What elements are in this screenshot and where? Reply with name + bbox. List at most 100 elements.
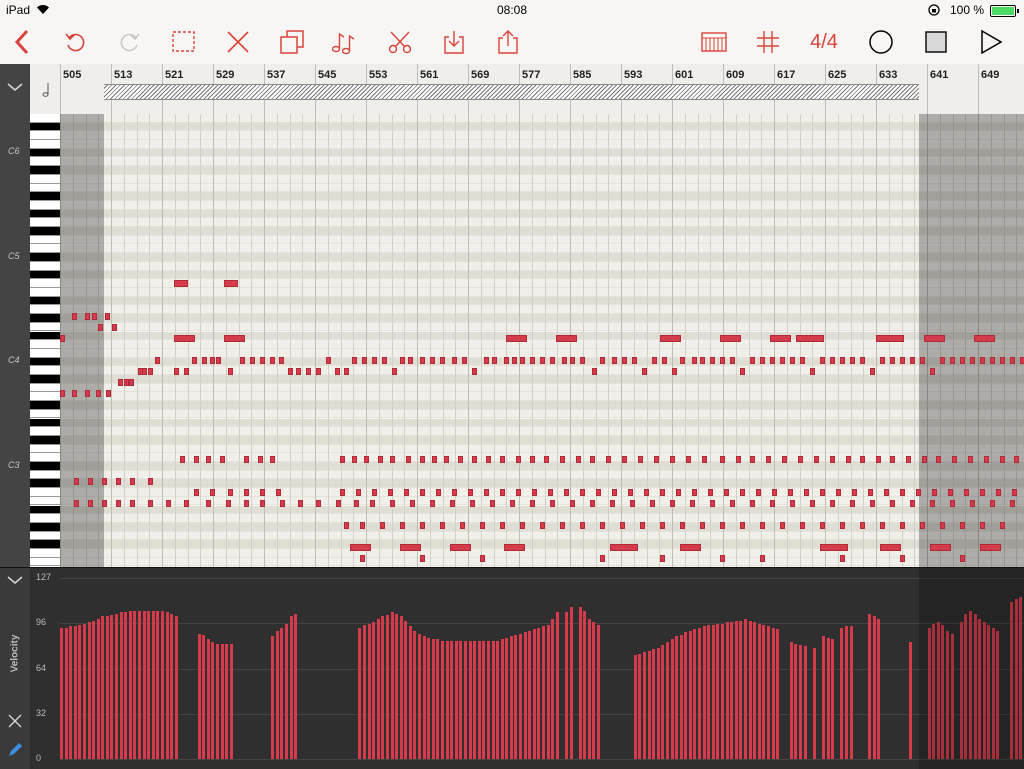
velocity-bar[interactable] (647, 650, 651, 759)
redo-button[interactable] (110, 20, 150, 64)
velocity-bar[interactable] (698, 627, 702, 759)
midi-note[interactable] (382, 357, 387, 364)
velocity-bar[interactable] (413, 630, 417, 759)
midi-note[interactable] (432, 456, 437, 463)
keyboard-button[interactable] (694, 20, 734, 64)
midi-note[interactable] (730, 357, 735, 364)
midi-note[interactable] (480, 555, 485, 562)
midi-note[interactable] (810, 500, 815, 507)
midi-note[interactable] (510, 500, 515, 507)
midi-note[interactable] (72, 313, 77, 320)
midi-note[interactable] (676, 489, 681, 496)
midi-note[interactable] (560, 522, 565, 529)
midi-note[interactable] (436, 489, 441, 496)
velocity-bar[interactable] (174, 616, 178, 759)
midi-note[interactable] (906, 456, 911, 463)
velocity-bar[interactable] (656, 647, 660, 759)
midi-note[interactable] (390, 456, 395, 463)
velocity-bar[interactable] (679, 635, 683, 759)
midi-note[interactable] (940, 522, 945, 529)
midi-note[interactable] (216, 357, 221, 364)
midi-note[interactable] (860, 357, 865, 364)
midi-note[interactable] (620, 522, 625, 529)
midi-note[interactable] (244, 456, 249, 463)
midi-note[interactable] (1000, 456, 1005, 463)
midi-note[interactable] (800, 522, 805, 529)
midi-note[interactable] (88, 478, 93, 485)
velocity-bar[interactable] (64, 627, 68, 759)
velocity-bar[interactable] (799, 644, 803, 759)
midi-note[interactable] (148, 368, 153, 375)
midi-note[interactable] (60, 390, 65, 397)
velocity-bar[interactable] (592, 622, 596, 759)
midi-note[interactable] (210, 357, 215, 364)
midi-note[interactable] (708, 489, 713, 496)
midi-note[interactable] (890, 500, 895, 507)
midi-note[interactable] (516, 489, 521, 496)
midi-note[interactable] (468, 489, 473, 496)
midi-note[interactable] (930, 368, 935, 375)
midi-note[interactable] (750, 456, 755, 463)
midi-note[interactable] (400, 522, 405, 529)
midi-note[interactable] (506, 335, 527, 342)
midi-note[interactable] (830, 500, 835, 507)
midi-note[interactable] (788, 489, 793, 496)
midi-note[interactable] (980, 522, 985, 529)
velocity-bar[interactable] (220, 643, 224, 759)
midi-note[interactable] (1010, 357, 1015, 364)
velocity-bar[interactable] (693, 629, 697, 759)
midi-note[interactable] (630, 500, 635, 507)
velocity-bar[interactable] (771, 627, 775, 759)
midi-note[interactable] (830, 357, 835, 364)
velocity-bar[interactable] (491, 640, 495, 759)
midi-note[interactable] (98, 324, 103, 331)
midi-note[interactable] (490, 500, 495, 507)
midi-note[interactable] (570, 500, 575, 507)
midi-note[interactable] (670, 500, 675, 507)
midi-note[interactable] (250, 357, 255, 364)
midi-note[interactable] (580, 489, 585, 496)
piano-keyboard[interactable] (30, 114, 60, 567)
midi-note[interactable] (458, 456, 463, 463)
velocity-bar[interactable] (505, 637, 509, 759)
midi-note[interactable] (560, 456, 565, 463)
midi-note[interactable] (550, 500, 555, 507)
midi-note[interactable] (750, 500, 755, 507)
midi-note[interactable] (590, 500, 595, 507)
midi-note[interactable] (530, 456, 535, 463)
midi-note[interactable] (148, 500, 153, 507)
midi-note[interactable] (344, 522, 349, 529)
midi-note[interactable] (622, 357, 627, 364)
midi-note[interactable] (174, 335, 195, 342)
midi-note[interactable] (796, 335, 824, 342)
velocity-bar[interactable] (702, 626, 706, 759)
midi-note[interactable] (960, 555, 965, 562)
velocity-bar[interactable] (381, 616, 385, 759)
velocity-bar[interactable] (216, 643, 220, 759)
midi-note[interactable] (900, 357, 905, 364)
midi-note[interactable] (462, 357, 467, 364)
velocity-bar[interactable] (147, 610, 151, 759)
midi-note[interactable] (220, 456, 225, 463)
midi-note[interactable] (492, 357, 497, 364)
midi-note[interactable] (850, 357, 855, 364)
midi-note[interactable] (980, 357, 985, 364)
velocity-bar[interactable] (454, 640, 458, 759)
velocity-bar[interactable] (721, 623, 725, 759)
velocity-bar[interactable] (418, 633, 422, 759)
midi-note[interactable] (640, 522, 645, 529)
midi-note[interactable] (420, 456, 425, 463)
velocity-bar[interactable] (670, 639, 674, 759)
midi-note[interactable] (244, 489, 249, 496)
time-signature-button[interactable]: 4/4 (799, 20, 849, 64)
midi-note[interactable] (612, 489, 617, 496)
midi-note[interactable] (244, 500, 249, 507)
midi-note[interactable] (280, 500, 285, 507)
midi-note[interactable] (800, 357, 805, 364)
midi-note[interactable] (922, 456, 927, 463)
velocity-bar[interactable] (849, 626, 853, 759)
midi-note[interactable] (780, 357, 785, 364)
share-button[interactable] (488, 20, 528, 64)
midi-note[interactable] (74, 500, 79, 507)
velocity-bar[interactable] (119, 612, 123, 759)
